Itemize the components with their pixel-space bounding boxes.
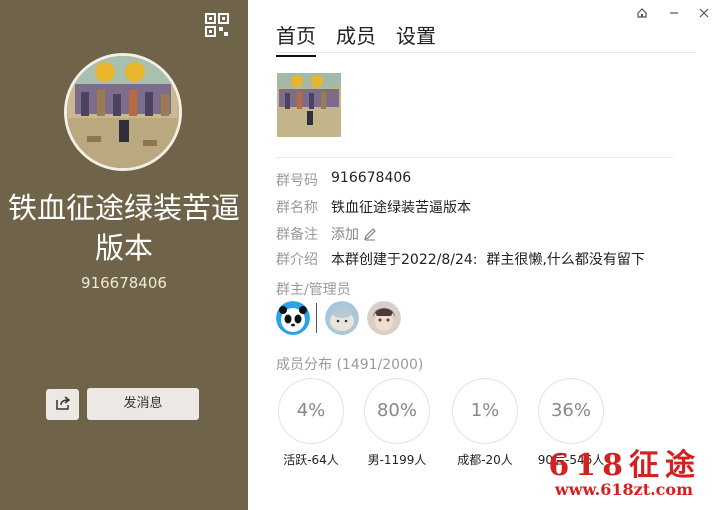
group-name-title: 铁血征途绿装苦逼版本	[7, 191, 240, 265]
stat-age-circle: 36%	[538, 378, 604, 444]
site-watermark: 618征途 www.618zt.com	[537, 440, 707, 502]
stat-male-circle: 80%	[364, 378, 430, 444]
section-divider	[276, 157, 674, 158]
close-icon[interactable]	[696, 5, 712, 21]
group-number-value: 916678406	[331, 170, 412, 186]
share-button[interactable]	[46, 389, 79, 420]
group-remark-row: 群备注 添加	[276, 224, 377, 244]
group-intro-label: 群介绍	[276, 252, 318, 268]
stat-city-circle: 1%	[452, 378, 518, 444]
stat-active-caption: 活跃-64人	[283, 453, 339, 467]
watermark-title: 618征途	[548, 448, 701, 483]
tab-divider	[276, 52, 696, 53]
minimize-icon[interactable]	[666, 5, 682, 21]
share-icon	[55, 395, 71, 414]
group-id-text: 916678406	[81, 274, 167, 292]
add-remark-text: 添加	[331, 227, 359, 243]
edit-pencil-icon	[363, 227, 377, 243]
stat-active-circle: 4%	[278, 378, 344, 444]
stat-male-caption: 男-1199人	[367, 453, 427, 467]
add-remark-link[interactable]: 添加	[331, 224, 377, 244]
send-message-button[interactable]: 发消息	[87, 388, 199, 420]
group-cover-image[interactable]	[277, 73, 341, 137]
stat-city-caption: 成都-20人	[457, 453, 513, 467]
watermark-url: www.618zt.com	[554, 480, 693, 499]
group-avatar[interactable]	[64, 53, 182, 171]
group-name-row: 群名称 铁血征途绿装苦逼版本	[276, 197, 471, 217]
owner-separator	[316, 303, 317, 333]
left-panel: 铁血征途绿装苦逼版本 916678406 发消息	[0, 0, 248, 510]
admins-label: 群主/管理员	[276, 282, 351, 298]
member-distribution-label: 成员分布 (1491/2000)	[276, 357, 424, 373]
owner-avatar[interactable]	[276, 301, 310, 335]
admin-avatar-1[interactable]	[325, 301, 359, 335]
right-panel: 首页 成员 设置 群号码 916678406 群名称 铁血征途绿装苦逼版本 群备…	[248, 0, 717, 510]
group-remark-label: 群备注	[276, 227, 318, 243]
group-name-value: 铁血征途绿装苦逼版本	[331, 200, 471, 216]
admins-list	[276, 301, 409, 335]
admin-avatar-2[interactable]	[367, 301, 401, 335]
group-profile-window: 铁血征途绿装苦逼版本 916678406 发消息 首页 成员 设置 群号码 91…	[0, 0, 717, 510]
group-intro-row: 群介绍 本群创建于2022/8/24: 群主很懒,什么都没有留下	[276, 249, 645, 269]
group-number-label: 群号码	[276, 173, 318, 189]
pin-icon[interactable]	[634, 5, 650, 21]
group-name-label: 群名称	[276, 200, 318, 216]
group-intro-text: 本群创建于2022/8/24: 群主很懒,什么都没有留下	[331, 252, 645, 268]
group-number-row: 群号码 916678406	[276, 170, 411, 190]
qr-code-icon[interactable]	[205, 13, 229, 37]
